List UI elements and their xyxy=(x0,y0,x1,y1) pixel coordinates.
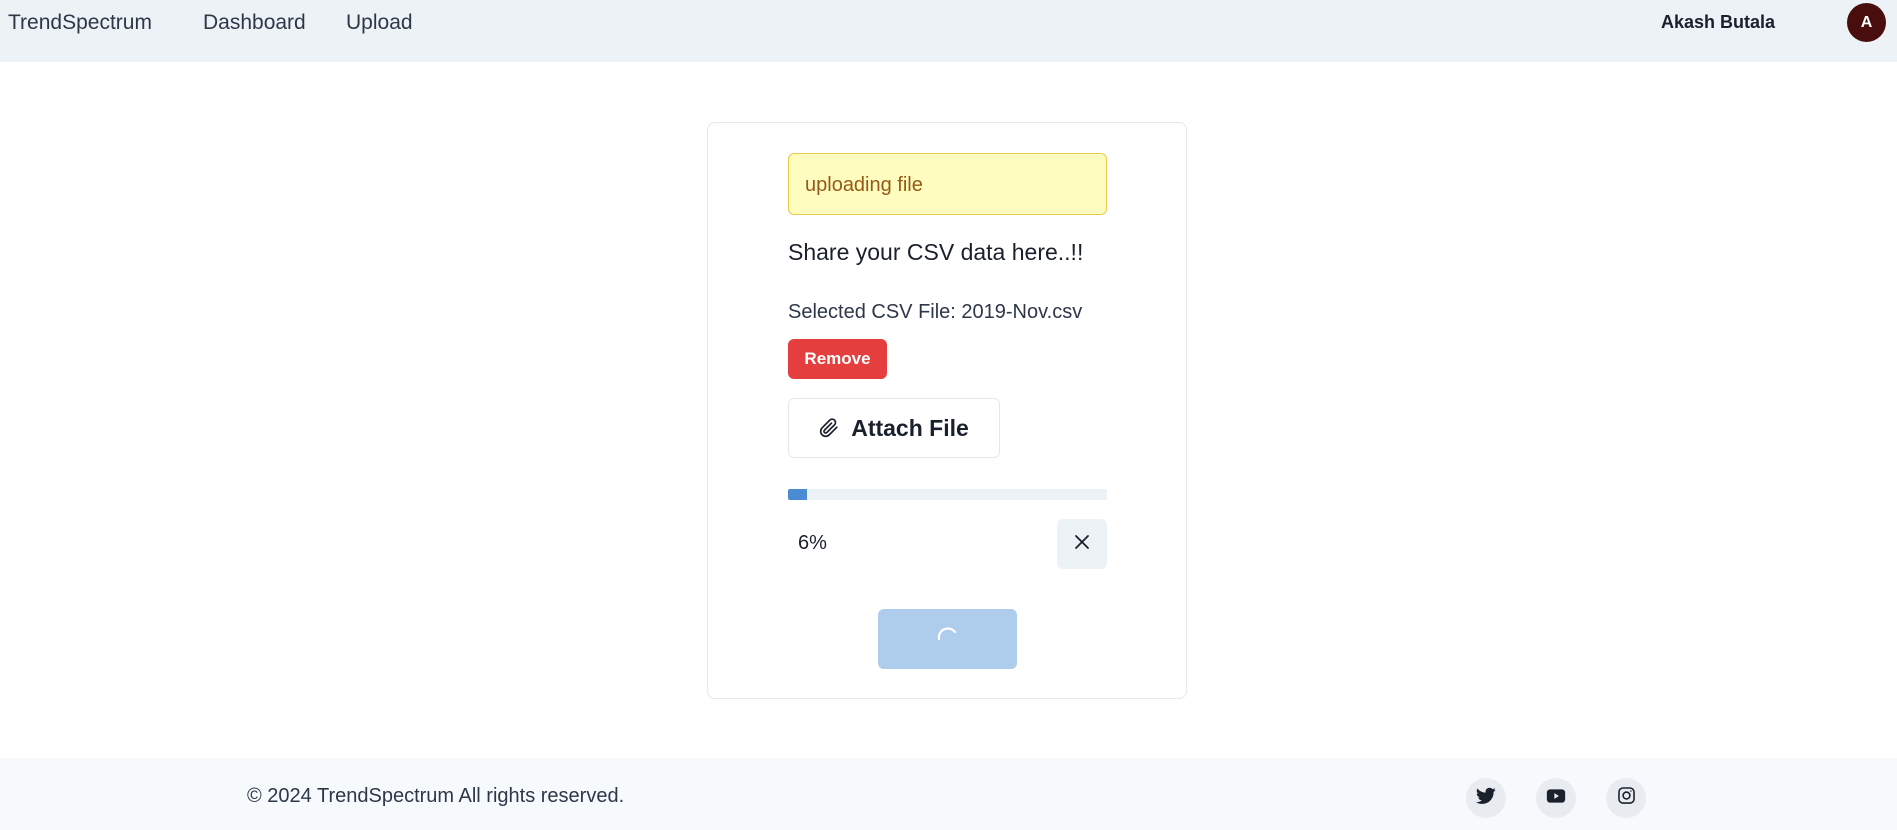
alert-text: uploading file xyxy=(805,174,923,196)
youtube-link[interactable] xyxy=(1536,778,1576,818)
progress-percent: 6% xyxy=(798,532,827,554)
upload-card: uploading file Share your CSV data here.… xyxy=(707,122,1187,699)
instagram-link[interactable] xyxy=(1606,778,1646,818)
attach-file-button[interactable]: Attach File xyxy=(788,398,1000,458)
avatar-initial: A xyxy=(1860,13,1873,31)
paperclip-icon xyxy=(819,418,839,438)
spinner-icon xyxy=(935,624,961,655)
instagram-icon xyxy=(1617,786,1636,810)
twitter-link[interactable] xyxy=(1466,778,1506,818)
copyright-text: © 2024 TrendSpectrum All rights reserved… xyxy=(247,785,625,807)
attach-file-label: Attach File xyxy=(851,414,969,441)
top-navbar: TrendSpectrum Dashboard Upload Akash But… xyxy=(0,0,1897,62)
upload-status-alert: uploading file xyxy=(788,153,1107,215)
user-name: Akash Butala xyxy=(1660,12,1775,32)
twitter-icon xyxy=(1476,787,1496,810)
nav-link-upload[interactable]: Upload xyxy=(346,11,413,35)
avatar[interactable]: A xyxy=(1847,3,1886,42)
upload-heading: Share your CSV data here..!! xyxy=(788,239,1084,265)
submit-upload-button[interactable] xyxy=(878,609,1017,669)
close-icon xyxy=(1074,534,1090,555)
upload-progress-fill xyxy=(788,489,808,500)
footer: © 2024 TrendSpectrum All rights reserved… xyxy=(0,758,1897,830)
remove-button[interactable]: Remove xyxy=(788,339,887,379)
youtube-icon xyxy=(1546,788,1566,809)
nav-link-dashboard[interactable]: Dashboard xyxy=(203,11,306,35)
brand-logo[interactable]: TrendSpectrum xyxy=(8,11,152,35)
cancel-upload-button[interactable] xyxy=(1057,519,1107,569)
selected-file-label: Selected CSV File: 2019-Nov.csv xyxy=(788,301,1083,323)
upload-progress-bar xyxy=(788,489,1107,500)
